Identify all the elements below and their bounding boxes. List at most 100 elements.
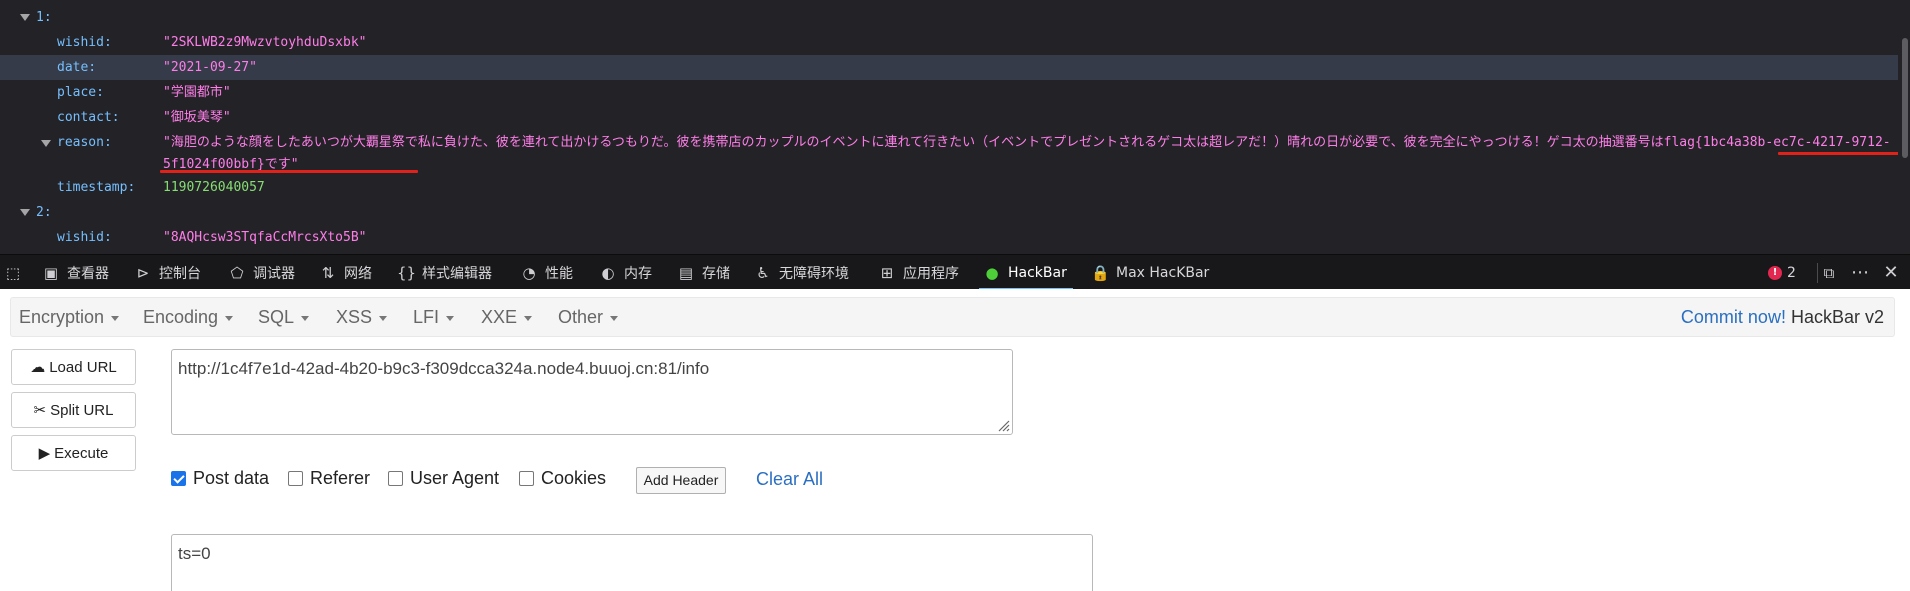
checkbox-unchecked-icon — [388, 470, 403, 486]
json-scrollbar-thumb[interactable] — [1902, 38, 1908, 158]
tab-label: Max HacKBar — [1116, 264, 1210, 281]
json-row-contact[interactable]: contact: "御坂美琴" — [0, 105, 1898, 130]
referer-checkbox[interactable]: Referer — [288, 467, 370, 489]
tab-label: 存储 — [702, 265, 730, 282]
flag-highlight-underline — [1778, 152, 1906, 155]
more-options-icon: ⋯ — [1851, 262, 1869, 283]
close-devtools-button[interactable]: ✕ — [1882, 255, 1907, 290]
json-key: place: — [57, 85, 104, 100]
tab-style-editor[interactable]: {} 样式编辑器 — [397, 255, 492, 290]
tab-accessibility[interactable]: ♿ 无障碍环境 — [754, 255, 849, 290]
menu-sql[interactable]: SQL — [258, 298, 310, 336]
hackbar-version: HackBar v2 — [1785, 307, 1884, 327]
json-key: wishid: — [57, 230, 112, 245]
menu-label: Other — [558, 307, 604, 327]
cloud-download-icon: ☁ — [30, 359, 46, 376]
application-icon: ⊞ — [880, 263, 894, 282]
post-data-checkbox[interactable]: Post data — [171, 467, 269, 489]
tab-performance[interactable]: ◔ 性能 — [520, 255, 573, 290]
json-string-value: "海胆のような顔をしたあいつが大覇星祭で私に負けた、彼を連れて出かけるつもりだ。… — [163, 135, 1891, 172]
element-picker-button[interactable]: ⬚ — [4, 255, 22, 290]
expand-twisty-icon[interactable] — [20, 14, 30, 21]
tab-application[interactable]: ⊞ 应用程序 — [878, 255, 959, 290]
json-row-entry-1[interactable]: 1: — [0, 5, 1898, 30]
menu-encryption[interactable]: Encryption — [19, 298, 120, 336]
post-data-value: ts=0 — [178, 544, 211, 563]
hackbar-menu-bar: Encryption Encoding SQL XSS LFI XXE Othe… — [10, 297, 1895, 337]
tab-label: HackBar — [1008, 264, 1067, 281]
menu-label: Encoding — [143, 307, 219, 327]
menu-label: XXE — [481, 307, 518, 327]
menu-xxe[interactable]: XXE — [481, 298, 533, 336]
clear-all-link[interactable]: Clear All — [756, 467, 823, 491]
error-count-button[interactable]: ! 2 — [1768, 255, 1796, 290]
dock-toggle-button[interactable]: ⧉ — [1820, 255, 1845, 290]
resize-grip-icon[interactable] — [996, 418, 1010, 432]
json-row-date[interactable]: date: "2021-09-27" — [0, 55, 1898, 80]
devtools-toolbar: ⬚ ▣ 查看器 ⊳ 控制台 ⬠ 调试器 ⇅ 网络 {} 样式编辑器 ◔ 性能 ◐… — [0, 254, 1910, 290]
tab-memory[interactable]: ◐ 内存 — [599, 255, 652, 290]
tab-label: 内存 — [624, 265, 652, 282]
tab-label: 性能 — [545, 265, 573, 282]
tab-hackbar[interactable]: ● HackBar — [979, 255, 1073, 290]
json-scrollbar[interactable] — [1898, 0, 1910, 254]
url-value: http://1c4f7e1d-42ad-4b20-b9c3-f309dcca3… — [178, 359, 710, 378]
json-key: 2: — [36, 205, 52, 220]
user-agent-checkbox[interactable]: User Agent — [388, 467, 499, 489]
json-key: date: — [57, 60, 97, 75]
play-circle-icon: ▶ — [38, 445, 51, 462]
json-key: wishid: — [57, 35, 112, 50]
inspector-icon: ▣ — [43, 263, 59, 282]
json-key: timestamp: — [57, 180, 136, 195]
post-data-input[interactable]: ts=0 — [171, 534, 1093, 591]
split-url-button[interactable]: ✂ Split URL — [11, 392, 136, 428]
tab-debugger[interactable]: ⬠ 调试器 — [228, 255, 295, 290]
tab-console[interactable]: ⊳ 控制台 — [134, 255, 201, 290]
more-options-button[interactable]: ⋯ — [1851, 255, 1876, 290]
json-string-value: "2021-09-27" — [163, 60, 257, 75]
execute-button[interactable]: ▶ Execute — [11, 435, 136, 471]
load-url-button[interactable]: ☁ Load URL — [11, 349, 136, 385]
caret-down-icon — [446, 315, 455, 321]
tab-network[interactable]: ⇅ 网络 — [319, 255, 372, 290]
style-editor-icon: {} — [397, 263, 417, 282]
cookies-checkbox[interactable]: Cookies — [519, 467, 606, 489]
url-input[interactable]: http://1c4f7e1d-42ad-4b20-b9c3-f309dcca3… — [171, 349, 1013, 435]
commit-now-link[interactable]: Commit now! — [1681, 307, 1786, 327]
menu-other[interactable]: Other — [558, 298, 619, 336]
json-row-wishid[interactable]: wishid: "8AQHcsw3STqfaCcMrcsXto5B" — [0, 225, 1898, 250]
caret-down-icon — [524, 315, 533, 321]
menu-label: XSS — [336, 307, 373, 327]
caret-down-icon — [301, 315, 310, 321]
json-row-entry-2[interactable]: 2: — [0, 200, 1898, 225]
menu-label: SQL — [258, 307, 295, 327]
tab-inspector[interactable]: ▣ 查看器 — [42, 255, 109, 290]
expand-twisty-icon[interactable] — [41, 140, 51, 147]
tab-label: 调试器 — [253, 265, 295, 282]
expand-twisty-icon[interactable] — [20, 209, 30, 216]
tab-max-hackbar[interactable]: 🔒 Max HacKBar — [1091, 255, 1209, 290]
button-label: Split URL — [50, 401, 114, 419]
tab-storage[interactable]: ▤ 存储 — [677, 255, 730, 290]
close-icon: ✕ — [1883, 262, 1899, 283]
console-icon: ⊳ — [136, 263, 150, 282]
json-key: 1: — [36, 10, 52, 25]
menu-lfi[interactable]: LFI — [413, 298, 455, 336]
network-icon: ⇅ — [321, 263, 335, 282]
hackbar-panel: Encryption Encoding SQL XSS LFI XXE Othe… — [0, 289, 1910, 591]
json-row-wishid[interactable]: wishid: "2SKLWB2z9MwzvtoyhduDsxbk" — [0, 30, 1898, 55]
button-label: Execute — [54, 444, 109, 462]
menu-encoding[interactable]: Encoding — [143, 298, 234, 336]
caret-down-icon — [379, 315, 388, 321]
add-header-button[interactable]: Add Header — [636, 467, 726, 494]
commit-notice: Commit now! HackBar v2 — [1681, 298, 1884, 336]
menu-xss[interactable]: XSS — [336, 298, 388, 336]
json-row-timestamp[interactable]: timestamp: 1190726040057 — [0, 175, 1898, 200]
scissors-icon: ✂ — [33, 402, 47, 419]
tab-label: 无障碍环境 — [779, 265, 849, 282]
dock-icon: ⧉ — [1823, 263, 1835, 282]
checkbox-unchecked-icon — [519, 470, 534, 486]
json-row-place[interactable]: place: "学園都市" — [0, 80, 1898, 105]
tab-label: 控制台 — [159, 265, 201, 282]
hackbar-icon: ● — [985, 263, 999, 282]
